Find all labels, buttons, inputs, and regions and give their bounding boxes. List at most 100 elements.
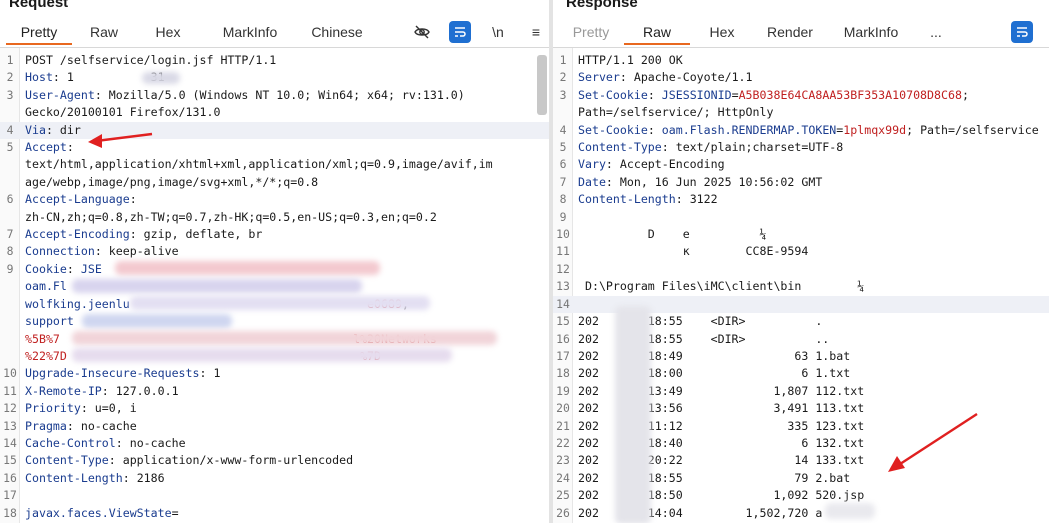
- param-name: wolfking.jeenlu: [25, 296, 130, 311]
- header-name: Priority: [25, 401, 81, 416]
- line-number: 18: [3, 505, 17, 520]
- line-content: Accept-Encoding: gzip, deflate, br: [20, 226, 549, 243]
- response-toolbar: [1011, 19, 1033, 45]
- line-content: zh-CN,zh;q=0.8,zh-TW;q=0.7,zh-HK;q=0.5,e…: [20, 209, 549, 226]
- header-name: Upgrade-Insecure-Requests: [25, 366, 200, 381]
- code-line: 12 Priority: u=0, i: [0, 400, 549, 417]
- line-number: [0, 348, 20, 365]
- header-name: Via: [25, 122, 46, 137]
- tab-raw[interactable]: Raw: [624, 19, 690, 45]
- code-line: 14 Cache-Control: no-cache: [0, 435, 549, 452]
- line-content: Connection: keep-alive: [20, 243, 549, 260]
- line-content: [573, 209, 1049, 226]
- tab-render[interactable]: Render: [754, 19, 826, 45]
- request-editor[interactable]: 1 POST /selfservice/login.jsf HTTP/1.1 2 Ho…: [0, 47, 549, 523]
- text-segment: =: [171, 505, 179, 520]
- tab-raw[interactable]: Raw: [72, 19, 136, 45]
- header-name: Connection: [25, 244, 95, 259]
- redaction: [115, 261, 380, 275]
- line-number: 4: [6, 122, 14, 137]
- line-content: Gecko/20100101 Firefox/131.0: [20, 104, 549, 121]
- response-editor[interactable]: 1 HTTP/1.1 200 OK 2 Server: Apache-Coyote/1…: [553, 47, 1049, 523]
- code-line: 6 Accept-Language:: [0, 191, 549, 208]
- line-number: 3: [6, 87, 14, 102]
- wrap-icon[interactable]: [1011, 21, 1033, 43]
- code-line: 3 Set-Cookie: JSESSIONID=A5B038E64CA8AA53…: [553, 87, 1049, 104]
- cookie-value: %5B%7: [25, 331, 60, 346]
- redaction: [72, 331, 497, 345]
- line-content: Via: dir: [20, 122, 549, 139]
- menu-icon[interactable]: ≡: [525, 21, 547, 43]
- tab-pretty[interactable]: Pretty: [558, 19, 624, 45]
- line-content: Content-Type: application/x-www-form-url…: [20, 452, 549, 469]
- text-segment: Gecko/20100101 Firefox/131.0: [25, 105, 221, 120]
- line-number: 16: [556, 331, 570, 346]
- text-segment: : Mozilla/5.0 (Windows NT 10.0; Win64; x…: [94, 87, 465, 102]
- line-number: 21: [556, 418, 570, 433]
- line-content: к CC8E-9594: [573, 243, 1049, 260]
- code-line: 3 User-Agent: Mozilla/5.0 (Windows NT 10.…: [0, 87, 549, 104]
- text-segment: text/html,application/xhtml+xml,applicat…: [25, 157, 493, 172]
- tab-chinese[interactable]: Chinese: [300, 19, 374, 45]
- line-number: 24: [556, 470, 570, 485]
- code-line: 12: [553, 261, 1049, 278]
- header-name: Accept-Language: [25, 192, 130, 207]
- header-name: Content-Length: [25, 470, 123, 485]
- line-number: 11: [556, 244, 570, 259]
- code-line: 11 к CC8E-9594: [553, 243, 1049, 260]
- request-scrollbar[interactable]: [537, 55, 547, 115]
- line-content: Vary: Accept-Encoding: [573, 156, 1049, 173]
- code-line: 5 Accept:: [0, 139, 549, 156]
- header-name: Content-Type: [578, 140, 662, 155]
- text-segment: : gzip, deflate, br: [129, 227, 263, 242]
- header-name: Vary: [578, 157, 606, 172]
- line-content: Set-Cookie: JSESSIONID=A5B038E64CA8AA53B…: [573, 87, 1049, 104]
- newline-icon[interactable]: \n: [487, 21, 509, 43]
- line-number: 5: [6, 140, 14, 155]
- response-title: Response: [566, 0, 638, 11]
- redaction: [72, 279, 362, 293]
- line-content: Accept:: [20, 139, 549, 156]
- text-segment: : dir: [45, 122, 81, 137]
- param-name: oam.Flash.RENDERMAP.TOKEN: [661, 122, 837, 137]
- tab-markinfo[interactable]: MarkInfo: [200, 19, 300, 45]
- line-number: 8: [6, 244, 14, 259]
- tab-hex[interactable]: Hex: [690, 19, 754, 45]
- text-segment: Path=/selfservice/; HttpOnly: [578, 105, 774, 120]
- wrap-icon[interactable]: [449, 21, 471, 43]
- text-segment: ; Path=/selfservice: [906, 122, 1039, 137]
- line-content: [573, 261, 1049, 278]
- eye-slash-icon[interactable]: [411, 21, 433, 43]
- tab-[interactable]: ...: [916, 19, 956, 45]
- code-line: 11 X-Remote-IP: 127.0.0.1: [0, 383, 549, 400]
- text-segment: : 3122: [675, 192, 718, 207]
- line-content: D e ¼: [573, 226, 1049, 243]
- param-name: javax.faces.ViewState: [25, 505, 172, 520]
- line-number: [0, 104, 20, 121]
- tab-hex[interactable]: Hex: [136, 19, 200, 45]
- text-segment: : keep-alive: [94, 244, 179, 259]
- line-number: 17: [556, 348, 570, 363]
- redaction: [142, 72, 180, 84]
- line-number: 1: [6, 53, 14, 67]
- line-number: 17: [3, 488, 17, 503]
- line-content: text/html,application/xhtml+xml,applicat…: [20, 156, 549, 173]
- tab-markinfo[interactable]: MarkInfo: [826, 19, 916, 45]
- line-content: POST /selfservice/login.jsf HTTP/1.1: [20, 52, 549, 69]
- param-name: support: [25, 314, 74, 329]
- text-segment: : no-cache: [115, 435, 186, 450]
- text-segment: : application/x-www-form-urlencoded: [108, 453, 354, 468]
- line-number: 9: [6, 261, 14, 276]
- code-line: text/html,application/xhtml+xml,applicat…: [0, 156, 549, 173]
- code-line: 7 Date: Mon, 16 Jun 2025 10:56:02 GMT: [553, 174, 1049, 191]
- header-name: Set-Cookie: [578, 122, 648, 137]
- header-name: User-Agent: [25, 87, 95, 102]
- tab-pretty[interactable]: Pretty: [6, 19, 72, 45]
- line-number: 8: [559, 192, 567, 207]
- line-content: [20, 487, 549, 504]
- line-content: Cache-Control: no-cache: [20, 435, 549, 452]
- line-number: [0, 313, 20, 330]
- code-line: 18 javax.faces.ViewState=: [0, 505, 549, 522]
- code-line: 2 Host: 1 31: [0, 69, 549, 86]
- code-line: 6 Vary: Accept-Encoding: [553, 156, 1049, 173]
